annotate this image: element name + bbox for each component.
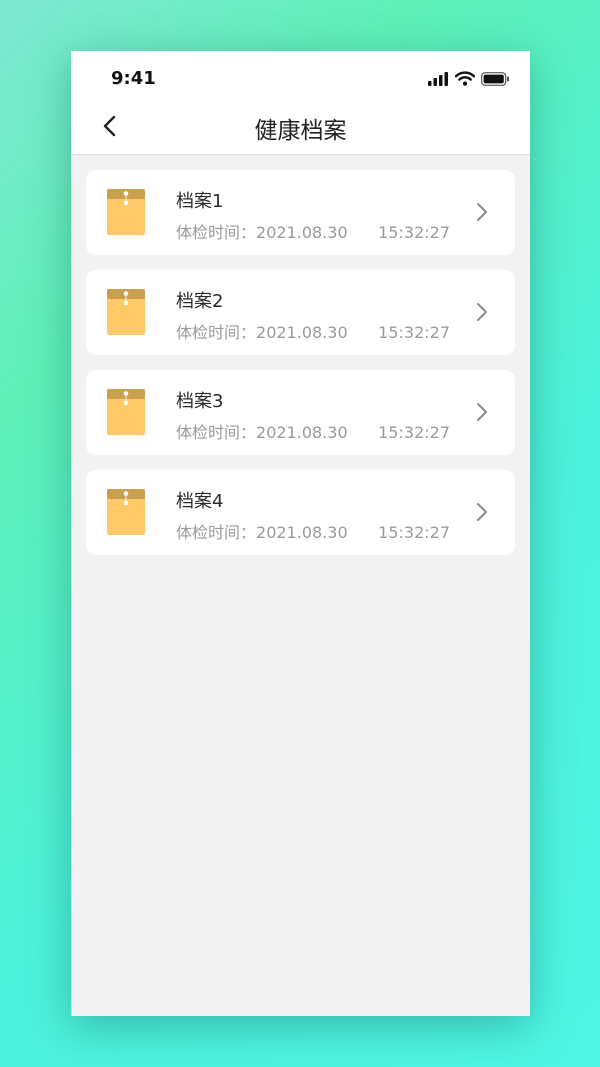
record-name: 档案2 [176,291,224,312]
record-clock: 15:32:27 [378,423,450,442]
record-card-1[interactable]: 档案1 体检时间：2021.08.30 15:32:27 [86,170,515,255]
record-name: 档案3 [176,391,224,412]
status-icons [428,71,510,86]
record-list: 档案1 体检时间：2021.08.30 15:32:27 档案2 体检时间：20… [71,155,530,555]
record-time: 体检时间：2021.08.30 15:32:27 [176,319,450,343]
record-clock: 15:32:27 [378,523,450,542]
record-time: 体检时间：2021.08.30 15:32:27 [176,519,450,543]
record-date: 2021.08.30 [256,423,348,442]
status-time: 9:41 [111,68,156,89]
record-date: 2021.08.30 [256,323,348,342]
folder-icon [107,289,145,335]
record-time-label: 体检时间： [176,323,257,342]
signal-icon [428,71,448,86]
record-time-label: 体检时间： [176,523,257,542]
record-card-3[interactable]: 档案3 体检时间：2021.08.30 15:32:27 [86,370,515,455]
record-time-label: 体检时间： [176,223,257,242]
record-name: 档案1 [176,191,224,212]
record-time: 体检时间：2021.08.30 15:32:27 [176,419,450,443]
chevron-right-icon [477,303,487,321]
record-time: 体检时间：2021.08.30 15:32:27 [176,219,450,243]
header: 9:41 健康档案 [71,51,530,155]
folder-icon [107,489,145,535]
wifi-icon [455,71,475,86]
record-card-2[interactable]: 档案2 体检时间：2021.08.30 15:32:27 [86,270,515,355]
record-card-4[interactable]: 档案4 体检时间：2021.08.30 15:32:27 [86,470,515,555]
record-time-label: 体检时间： [176,423,257,442]
record-clock: 15:32:27 [378,223,450,242]
folder-icon [107,189,145,235]
chevron-right-icon [477,403,487,421]
page-title: 健康档案 [254,118,347,144]
battery-icon [481,71,509,86]
phone-screen: 9:41 健康档案 档案1 体检时间：2021.08.30 15:32:27 档… [71,51,530,1016]
record-date: 2021.08.30 [256,523,348,542]
chevron-right-icon [477,503,487,521]
record-clock: 15:32:27 [378,323,450,342]
folder-icon [107,389,145,435]
record-name: 档案4 [176,491,224,512]
chevron-right-icon [477,203,487,221]
record-date: 2021.08.30 [256,223,348,242]
